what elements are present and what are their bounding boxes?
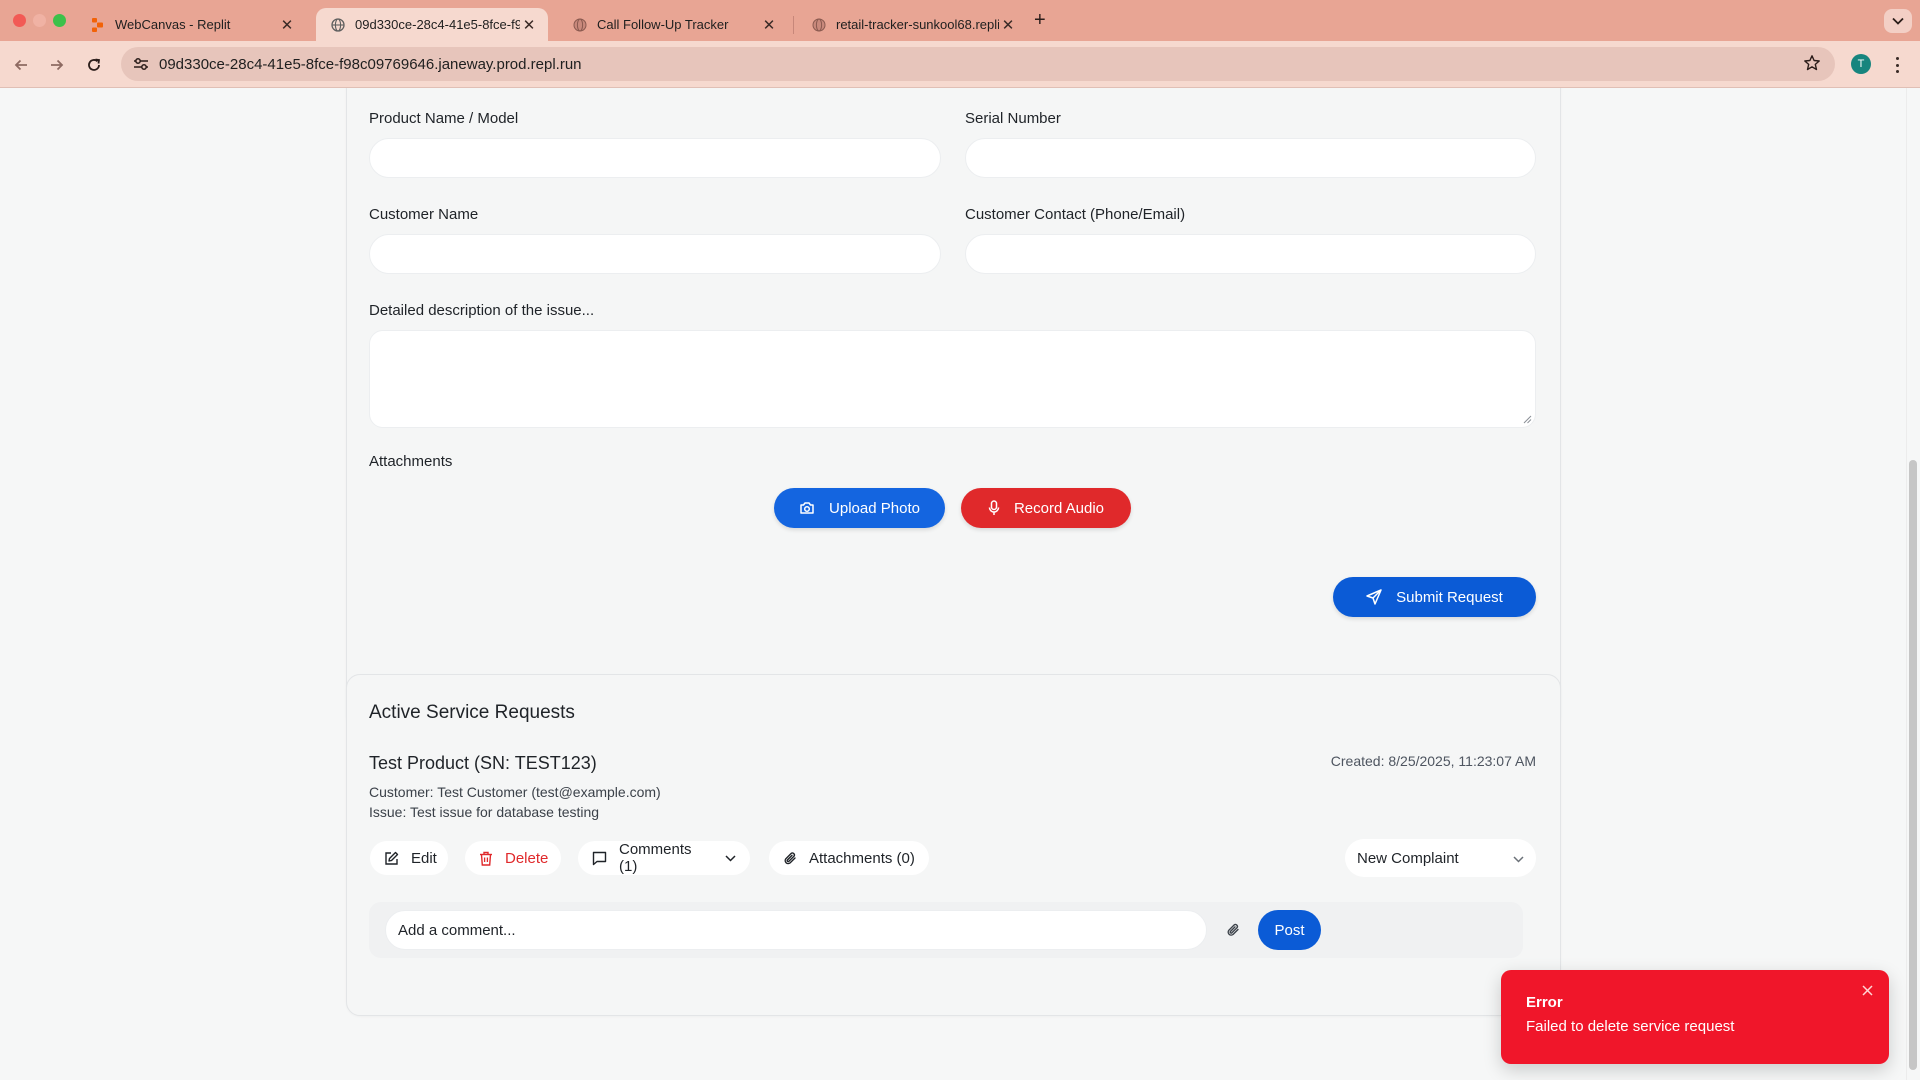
submit-request-button[interactable]: Submit Request: [1333, 577, 1536, 617]
browser-tab-retail-tracker[interactable]: retail-tracker-sunkool68.replit.app ✕: [797, 8, 1027, 41]
attachments-label: Attachments: [369, 453, 453, 470]
product-name-label: Product Name / Model: [369, 110, 519, 127]
comment-composer: Add a comment... Post: [369, 902, 1523, 958]
tab-title: retail-tracker-sunkool68.replit.app: [836, 17, 999, 32]
tab-title: 09d330ce-28c4-41e5-8fce-f98c09769646.jan…: [355, 17, 520, 32]
toast-message: Failed to delete service request: [1526, 1018, 1735, 1035]
site-settings-icon[interactable]: [131, 54, 151, 74]
tab-search-chevron-icon[interactable]: [1884, 9, 1912, 33]
tab-title: Call Follow-Up Tracker: [597, 17, 729, 32]
comment-input[interactable]: Add a comment...: [385, 910, 1207, 950]
bookmark-star-icon[interactable]: [1803, 54, 1821, 77]
issue-description-label: Detailed description of the issue...: [369, 302, 595, 319]
request-customer: Customer: Test Customer (test@example.co…: [369, 784, 661, 800]
submit-request-label: Submit Request: [1396, 588, 1503, 606]
send-icon: [1366, 589, 1382, 605]
comment-placeholder: Add a comment...: [398, 921, 516, 939]
post-comment-button[interactable]: Post: [1258, 910, 1321, 950]
back-arrow-icon[interactable]: [11, 55, 31, 75]
forward-arrow-icon[interactable]: [47, 55, 67, 75]
upload-photo-label: Upload Photo: [829, 499, 920, 517]
browser-tab-call-tracker[interactable]: Call Follow-Up Tracker ✕: [558, 8, 788, 41]
browser-toolbar: 09d330ce-28c4-41e5-8fce-f98c09769646.jan…: [0, 41, 1920, 88]
browser-tab-webcanvas[interactable]: WebCanvas - Replit ✕: [76, 8, 306, 41]
browser-tab-active-app[interactable]: 09d330ce-28c4-41e5-8fce-f98c09769646.jan…: [316, 8, 548, 41]
request-issue: Issue: Test issue for database testing: [369, 804, 600, 820]
page-viewport: Product Name / Model Serial Number Custo…: [0, 88, 1920, 1080]
customer-contact-input[interactable]: [965, 234, 1536, 274]
browser-tab-strip: WebCanvas - Replit ✕ 09d330ce-28c4-41e5-…: [0, 0, 1920, 41]
product-name-input[interactable]: [369, 138, 941, 178]
status-selected-value: New Complaint: [1357, 849, 1459, 867]
error-toast: Error Failed to delete service request: [1501, 970, 1889, 1064]
new-tab-plus-icon[interactable]: +: [1034, 9, 1046, 32]
tab-close-icon[interactable]: ✕: [520, 16, 538, 34]
attach-file-paperclip-icon[interactable]: [1221, 918, 1245, 942]
serial-number-label: Serial Number: [965, 110, 1061, 127]
close-icon[interactable]: [1859, 982, 1875, 998]
status-select[interactable]: New Complaint: [1345, 839, 1536, 877]
replit-logo-icon: [90, 17, 105, 32]
serial-number-input[interactable]: [965, 138, 1536, 178]
comments-label: Comments (1): [619, 841, 692, 875]
profile-avatar[interactable]: T: [1851, 54, 1871, 74]
tab-divider: [793, 16, 794, 34]
globe-icon: [811, 17, 826, 32]
tab-title: WebCanvas - Replit: [115, 17, 231, 32]
globe-icon: [330, 17, 345, 32]
request-created-date: Created: 8/25/2025, 11:23:07 AM: [1330, 753, 1536, 769]
window-minimize-button[interactable]: [33, 14, 46, 27]
record-audio-label: Record Audio: [1013, 499, 1105, 517]
window-zoom-button[interactable]: [53, 14, 66, 27]
customer-contact-label: Customer Contact (Phone/Email): [965, 206, 1186, 223]
paperclip-icon: [783, 851, 797, 866]
delete-label: Delete: [505, 849, 549, 867]
active-requests-title: Active Service Requests: [369, 702, 575, 723]
comment-icon: [592, 851, 607, 866]
toast-title: Error: [1526, 994, 1563, 1011]
attachments-toggle-button[interactable]: Attachments (0): [769, 841, 929, 875]
microphone-icon: [988, 500, 1000, 516]
upload-photo-button[interactable]: Upload Photo: [774, 488, 945, 528]
globe-icon: [572, 17, 587, 32]
chevron-down-icon: [1513, 850, 1524, 867]
comments-toggle-button[interactable]: Comments (1): [578, 841, 750, 875]
delete-request-button[interactable]: Delete: [465, 841, 561, 875]
address-bar-url: 09d330ce-28c4-41e5-8fce-f98c09769646.jan…: [159, 55, 582, 73]
camera-icon: [799, 501, 815, 515]
page-scrollbar-track[interactable]: [1906, 88, 1920, 1080]
tab-close-icon[interactable]: ✕: [999, 16, 1017, 34]
record-audio-button[interactable]: Record Audio: [961, 488, 1131, 528]
trash-icon: [479, 851, 493, 866]
browser-menu-icon[interactable]: [1892, 55, 1902, 75]
attachments-count-label: Attachments (0): [809, 849, 915, 867]
resize-handle-icon[interactable]: [1523, 415, 1532, 424]
edit-request-button[interactable]: Edit: [370, 841, 448, 875]
window-close-button[interactable]: [13, 14, 26, 27]
reload-icon[interactable]: [84, 55, 104, 75]
address-bar[interactable]: 09d330ce-28c4-41e5-8fce-f98c09769646.jan…: [121, 47, 1835, 81]
chevron-down-icon: [725, 854, 736, 862]
tab-close-icon[interactable]: ✕: [278, 16, 296, 34]
customer-name-label: Customer Name: [369, 206, 479, 223]
tab-close-icon[interactable]: ✕: [760, 16, 778, 34]
page-scrollbar-thumb[interactable]: [1909, 460, 1917, 1070]
customer-name-input[interactable]: [369, 234, 941, 274]
edit-label: Edit: [411, 849, 437, 867]
request-title: Test Product (SN: TEST123): [369, 753, 597, 773]
edit-icon: [384, 851, 399, 866]
issue-description-textarea[interactable]: [369, 330, 1536, 428]
